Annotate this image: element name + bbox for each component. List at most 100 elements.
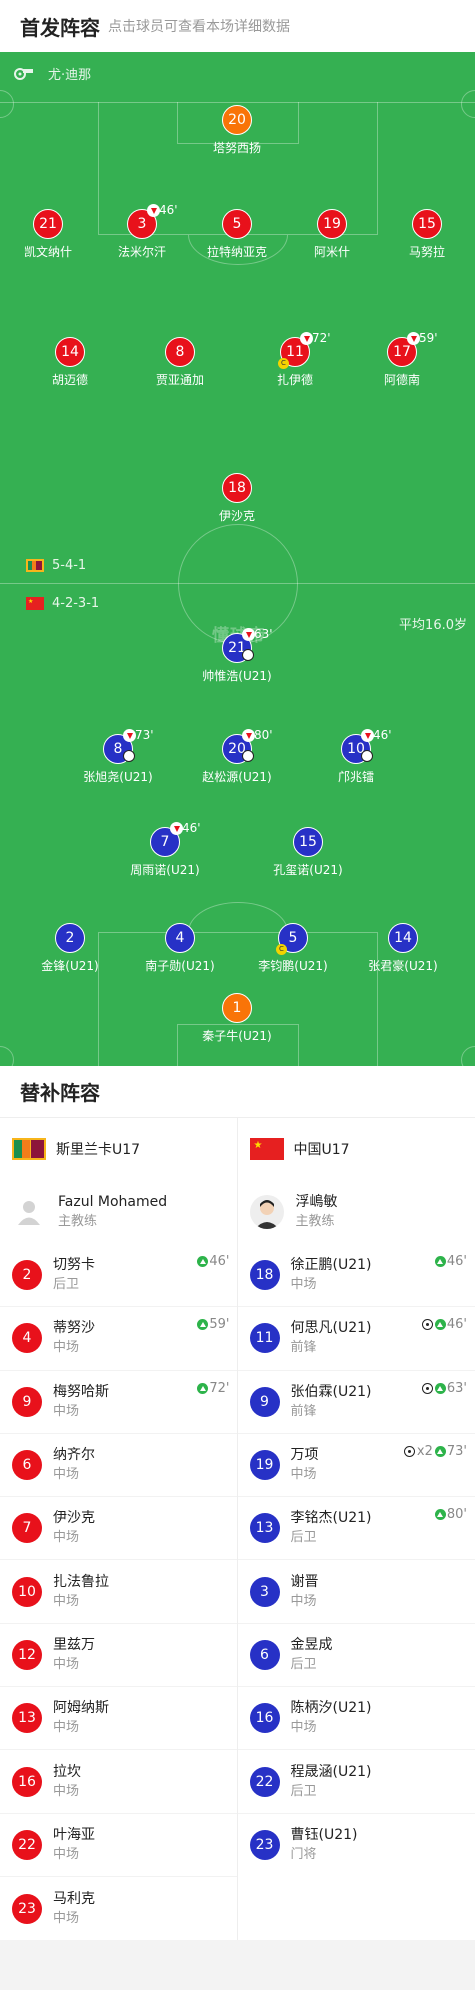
sub-number: 7 bbox=[12, 1513, 42, 1544]
home-sub-row[interactable]: 10 扎法鲁拉 中场 bbox=[0, 1560, 238, 1624]
away-player-2[interactable]: 20 80' 赵松源(U21) bbox=[182, 728, 292, 785]
sub-minute: 72' bbox=[312, 331, 331, 345]
goal-ball-icon bbox=[242, 649, 254, 661]
home-player-9[interactable]: 17 59' 阿德南 bbox=[347, 331, 457, 388]
away-sub-row[interactable]: 11 何思凡(U21) 前锋 46' bbox=[237, 1307, 475, 1371]
home-player-10[interactable]: 18 伊沙克 bbox=[182, 473, 292, 524]
player-name: 李钧鹏(U21) bbox=[258, 959, 328, 973]
sub-position: 中场 bbox=[53, 1530, 80, 1546]
away-player-8[interactable]: 5 C 李钧鹏(U21) bbox=[238, 923, 348, 974]
home-sub-row[interactable]: 22 叶海亚 中场 bbox=[0, 1814, 238, 1877]
away-player-10[interactable]: 1 秦子牛(U21) bbox=[182, 993, 292, 1044]
home-sub-row[interactable]: 2 切努卡 后卫 46' bbox=[0, 1244, 238, 1308]
player-number: 19 bbox=[317, 209, 347, 239]
player-number: 15 bbox=[293, 827, 323, 857]
home-player-8[interactable]: 11 72' C 扎伊德 bbox=[240, 331, 350, 388]
sub-name: 何思凡(U21) bbox=[290, 1320, 372, 1337]
sub-on-minute: 46' bbox=[209, 1254, 230, 1269]
away-sub-row[interactable]: 22 程晟涵(U21) 后卫 bbox=[237, 1750, 475, 1814]
home-player-2[interactable]: 3 46' 法米尔汗 bbox=[87, 203, 197, 260]
player-name: 帅惟浩(U21) bbox=[202, 669, 272, 683]
away-player-1[interactable]: 8 73' 张旭尧(U21) bbox=[63, 728, 173, 785]
sub-on-minute: 73' bbox=[446, 1443, 467, 1459]
sub-number: 13 bbox=[249, 1513, 280, 1544]
sub-position: 中场 bbox=[53, 1340, 80, 1356]
home-coach-name: Fazul Mohamed bbox=[58, 1194, 168, 1210]
away-coach-name: 浮嶋敏 bbox=[295, 1194, 338, 1210]
sub-on-minute: 46' bbox=[446, 1317, 467, 1333]
away-sub-row[interactable]: 19 万项 中场 x2 73' bbox=[237, 1434, 475, 1498]
away-player-9[interactable]: 14 张君豪(U21) bbox=[348, 923, 458, 974]
home-coach[interactable]: Fazul Mohamed 主教练 bbox=[0, 1180, 238, 1244]
sub-number: 10 bbox=[12, 1576, 42, 1607]
home-sub-row[interactable]: 4 蒂努沙 中场 59' bbox=[0, 1307, 238, 1371]
sub-name: 金昱成 bbox=[290, 1636, 333, 1653]
away-player-6[interactable]: 2 金锋(U21) bbox=[15, 923, 125, 974]
sub-position: 门将 bbox=[290, 1847, 317, 1863]
home-sub-row[interactable]: 12 里兹万 中场 bbox=[0, 1624, 238, 1688]
home-sub-row[interactable]: 16 拉坎 中场 bbox=[0, 1750, 238, 1814]
home-sub-row[interactable]: 6 纳齐尔 中场 bbox=[0, 1434, 238, 1498]
sub-position: 中场 bbox=[53, 1720, 80, 1736]
away-player-5[interactable]: 15 孔玺诺(U21) bbox=[253, 827, 363, 878]
sub-position: 前锋 bbox=[290, 1340, 317, 1356]
sub-position: 中场 bbox=[290, 1720, 317, 1736]
away-sub-row[interactable]: 9 张伯霖(U21) 前锋 63' bbox=[237, 1371, 475, 1434]
away-sub-row[interactable]: 23 曹钰(U21) 门将 bbox=[238, 1814, 475, 1877]
away-player-3[interactable]: 10 46' 邝兆镭 bbox=[301, 728, 411, 785]
sub-name: 李铭杰(U21) bbox=[290, 1510, 372, 1527]
sub-name: 张伯霖(U21) bbox=[290, 1383, 372, 1400]
home-player-7[interactable]: 8 贾亚通加 bbox=[125, 337, 235, 388]
sub-on-icon bbox=[434, 1256, 446, 1267]
player-name: 塔努西扬 bbox=[212, 141, 261, 155]
away-sub-row[interactable]: 3 谢晋 中场 bbox=[237, 1560, 475, 1624]
sub-events: 46' bbox=[421, 1317, 467, 1333]
player-name: 法米尔汗 bbox=[117, 245, 166, 259]
sri-lanka-flag-icon bbox=[26, 559, 44, 572]
away-sub-row[interactable]: 13 李铭杰(U21) 后卫 80' bbox=[237, 1497, 475, 1561]
home-sub-row[interactable]: 23 马利克 中场 bbox=[0, 1877, 238, 1940]
sub-number: 22 bbox=[249, 1766, 280, 1797]
home-player-6[interactable]: 14 胡迈德 bbox=[15, 337, 125, 388]
away-team-header[interactable]: ★ 中国U17 bbox=[238, 1118, 475, 1180]
sub-name: 里兹万 bbox=[53, 1636, 95, 1653]
sub-name: 纳齐尔 bbox=[53, 1447, 95, 1464]
sri-lanka-flag-icon bbox=[12, 1138, 46, 1160]
away-coach[interactable]: 浮嶋敏 主教练 bbox=[238, 1180, 475, 1244]
away-sub-row[interactable]: 16 陈柄汐(U21) 中场 bbox=[237, 1687, 475, 1751]
home-team-header[interactable]: 斯里兰卡U17 bbox=[0, 1118, 238, 1180]
sub-number: 23 bbox=[12, 1893, 42, 1924]
home-player-0[interactable]: 20 塔努西扬 bbox=[182, 105, 292, 156]
player-name: 拉特纳亚克 bbox=[206, 245, 267, 259]
away-player-0[interactable]: 21 63' 帅惟浩(U21) bbox=[182, 627, 292, 684]
sub-minute: 73' bbox=[135, 728, 154, 742]
sub-position: 后卫 bbox=[53, 1277, 80, 1293]
home-player-4[interactable]: 19 阿米什 bbox=[277, 209, 387, 260]
away-player-4[interactable]: 7 46' 周雨诺(U21) bbox=[110, 821, 220, 878]
goal-ball-icon bbox=[403, 1445, 415, 1457]
sub-events: 63' bbox=[421, 1381, 467, 1396]
player-name: 孔玺诺(U21) bbox=[273, 863, 343, 877]
player-name: 周雨诺(U21) bbox=[130, 863, 200, 877]
sub-name: 谢晋 bbox=[290, 1573, 319, 1590]
away-sub-row[interactable]: 18 徐正鹏(U21) 中场 46' bbox=[237, 1244, 475, 1308]
away-sub-row[interactable]: 6 金昱成 后卫 bbox=[237, 1624, 475, 1688]
sub-name: 伊沙克 bbox=[53, 1510, 95, 1527]
away-player-7[interactable]: 4 南子勋(U21) bbox=[125, 923, 235, 974]
sub-on-minute: 72' bbox=[209, 1380, 230, 1396]
captain-badge: C bbox=[278, 358, 289, 369]
subs-title: 替补阵容 bbox=[0, 1066, 475, 1118]
home-player-5[interactable]: 15 马努拉 bbox=[372, 209, 475, 260]
home-sub-row[interactable]: 7 伊沙克中场 bbox=[0, 1497, 238, 1561]
subs-columns: 斯里兰卡U17 Fazul Mohamed 主教练 2 切努卡 后卫 46' 4 蒂努沙中… bbox=[0, 1118, 475, 1941]
sub-on-minute: 46' bbox=[446, 1254, 467, 1269]
lineup-title: 首发阵容 bbox=[20, 15, 100, 40]
home-player-3[interactable]: 5 拉特纳亚克 bbox=[182, 209, 292, 260]
sub-on-icon bbox=[434, 1509, 446, 1521]
player-name: 南子勋(U21) bbox=[145, 959, 215, 973]
home-sub-row[interactable]: 13 阿姆纳斯 中场 bbox=[0, 1687, 238, 1751]
home-sub-row[interactable]: 9 梅努哈斯 中场 72' bbox=[0, 1371, 238, 1434]
sub-events: 46' bbox=[197, 1254, 230, 1269]
sub-events: 80' bbox=[434, 1507, 467, 1522]
lineup-subtitle: 点击球员可查看本场详细数据 bbox=[108, 19, 290, 35]
